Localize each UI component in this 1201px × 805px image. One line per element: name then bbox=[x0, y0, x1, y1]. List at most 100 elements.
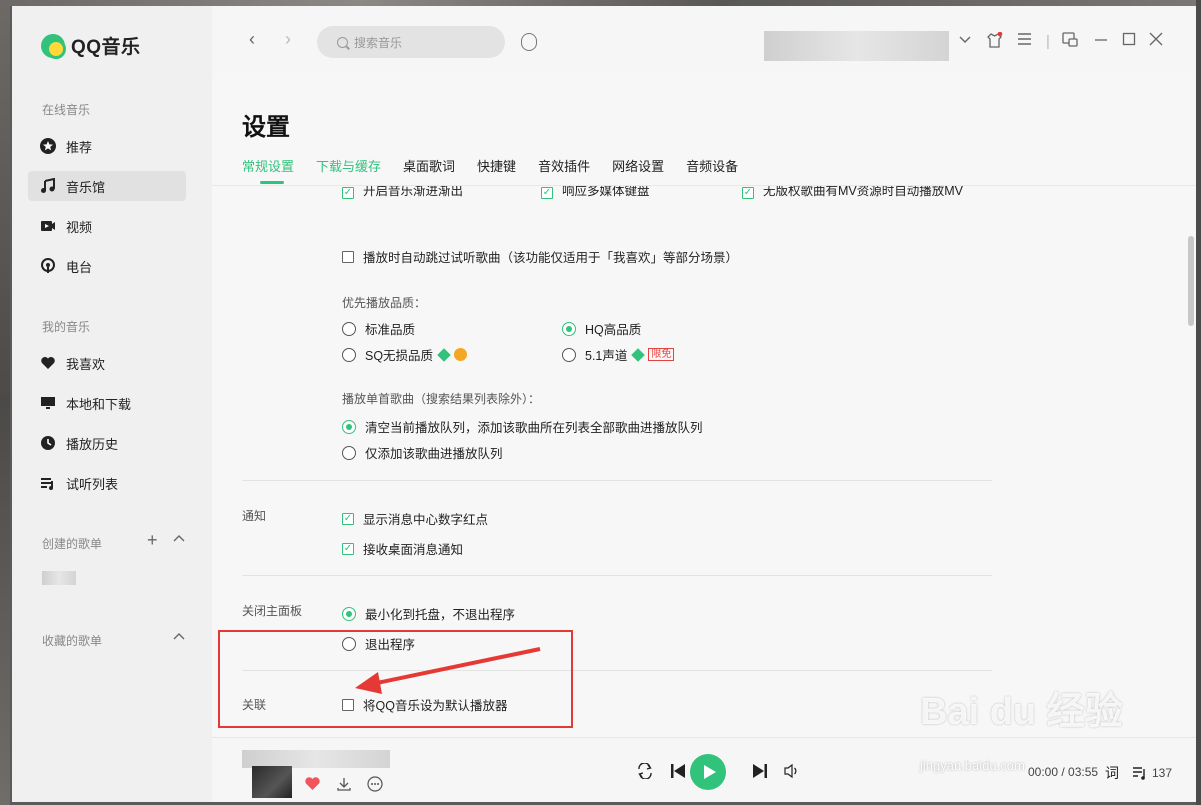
heart-icon bbox=[40, 355, 56, 371]
voice-search-icon[interactable] bbox=[521, 33, 537, 51]
chevron-up-icon[interactable] bbox=[173, 630, 185, 648]
playlist-icon[interactable] bbox=[1132, 766, 1147, 785]
radio[interactable] bbox=[562, 321, 576, 336]
blurred-user-info[interactable] bbox=[764, 31, 949, 61]
sidebar-item-music-hall[interactable]: 音乐馆 bbox=[28, 171, 186, 201]
radio[interactable] bbox=[562, 347, 576, 362]
forward-button[interactable]: › bbox=[285, 29, 291, 50]
clock-icon bbox=[40, 435, 56, 451]
single-play-option-2[interactable]: 仅添加该歌曲进播放队列 bbox=[342, 443, 503, 462]
heart-icon[interactable] bbox=[304, 776, 321, 796]
section-my-music: 我的音乐 bbox=[42, 320, 91, 334]
radio[interactable] bbox=[342, 419, 356, 434]
option-label: 5.1声道 bbox=[585, 349, 628, 363]
search-input[interactable]: 搜索音乐 bbox=[317, 26, 505, 58]
sidebar-item-trial-list[interactable]: 试听列表 bbox=[28, 468, 186, 498]
single-play-option-1[interactable]: 清空当前播放队列，添加该歌曲所在列表全部歌曲进播放队列 bbox=[342, 417, 703, 436]
skip-trial-option[interactable]: 播放时自动跳过试听歌曲（该功能仅适用于「我喜欢」等部分场景） bbox=[342, 247, 738, 266]
back-button[interactable]: ‹ bbox=[249, 29, 255, 50]
media-keys-option[interactable]: 响应多媒体键盘 bbox=[541, 186, 650, 199]
radio[interactable] bbox=[342, 445, 356, 460]
vip-diamond-icon bbox=[437, 347, 451, 362]
sidebar-item-recommend[interactable]: 推荐 bbox=[28, 131, 186, 161]
section-online-music: 在线音乐 bbox=[42, 103, 91, 117]
volume-icon[interactable] bbox=[783, 763, 800, 784]
single-play-label: 播放单首歌曲（搜索结果列表除外）： bbox=[342, 392, 541, 406]
option-label: 接收桌面消息通知 bbox=[363, 543, 464, 557]
sidebar: QQ音乐 在线音乐 推荐 音乐馆 视频 电台 我的音乐 我喜欢 本地和下载 播放… bbox=[12, 6, 212, 802]
monitor-icon bbox=[40, 395, 56, 411]
sidebar-item-label: 播放历史 bbox=[66, 436, 119, 452]
mini-mode-icon[interactable] bbox=[1062, 32, 1078, 51]
tab-download-cache[interactable]: 下载与缓存 bbox=[316, 156, 381, 175]
settings-tabs: 常规设置 下载与缓存 桌面歌词 快捷键 音效插件 网络设置 音频设备 bbox=[242, 156, 738, 175]
tab-audio-device[interactable]: 音频设备 bbox=[686, 156, 738, 175]
menu-icon[interactable] bbox=[1017, 32, 1032, 50]
chevron-up-icon[interactable] bbox=[173, 532, 185, 550]
previous-track-icon[interactable] bbox=[670, 763, 686, 784]
add-playlist-icon[interactable]: + bbox=[147, 530, 158, 551]
sidebar-item-history[interactable]: 播放历史 bbox=[28, 428, 186, 458]
tab-shortcuts[interactable]: 快捷键 bbox=[477, 156, 516, 175]
next-track-icon[interactable] bbox=[752, 763, 768, 784]
sidebar-item-radio[interactable]: 电台 bbox=[28, 251, 186, 281]
lyrics-button[interactable]: 词 bbox=[1105, 763, 1119, 783]
sidebar-item-favorites[interactable]: 我喜欢 bbox=[28, 348, 186, 378]
checkbox[interactable] bbox=[342, 542, 354, 555]
quality-sq-option[interactable]: SQ无损品质 bbox=[342, 345, 468, 364]
tab-desktop-lyrics[interactable]: 桌面歌词 bbox=[403, 156, 455, 175]
checkbox[interactable] bbox=[541, 187, 553, 199]
quality-hq-option[interactable]: HQ高品质 bbox=[562, 319, 641, 338]
option-label: 清空当前播放队列，添加该歌曲所在列表全部歌曲进播放队列 bbox=[365, 421, 703, 435]
blurred-playlist-item[interactable] bbox=[42, 571, 76, 585]
checkbox[interactable] bbox=[342, 187, 354, 199]
album-cover[interactable] bbox=[252, 766, 292, 798]
radio-icon bbox=[40, 258, 56, 274]
radio[interactable] bbox=[342, 321, 356, 336]
app-name: QQ音乐 bbox=[71, 37, 141, 58]
sidebar-item-label: 视频 bbox=[66, 219, 93, 235]
chevron-down-icon[interactable] bbox=[958, 32, 972, 50]
fade-option[interactable]: 开启音乐渐进渐出 bbox=[342, 186, 463, 199]
star-icon bbox=[40, 138, 56, 154]
radio[interactable] bbox=[342, 347, 356, 362]
notify-desktop-option[interactable]: 接收桌面消息通知 bbox=[342, 539, 463, 558]
tab-general[interactable]: 常规设置 bbox=[242, 156, 294, 175]
option-label: 最小化到托盘，不退出程序 bbox=[365, 608, 516, 622]
notify-red-dot-option[interactable]: 显示消息中心数字红点 bbox=[342, 509, 488, 528]
radio[interactable] bbox=[342, 606, 356, 621]
section-created-playlists: 创建的歌单 bbox=[42, 537, 103, 551]
tab-network[interactable]: 网络设置 bbox=[612, 156, 664, 175]
limited-free-badge: 限免 bbox=[648, 348, 675, 361]
quality-surround-option[interactable]: 5.1声道 限免 bbox=[562, 345, 675, 364]
option-label: 显示消息中心数字红点 bbox=[363, 513, 489, 527]
maximize-icon[interactable] bbox=[1122, 32, 1136, 50]
repeat-mode-icon[interactable] bbox=[636, 762, 654, 784]
quality-standard-option[interactable]: 标准品质 bbox=[342, 319, 415, 338]
option-label: 标准品质 bbox=[365, 323, 416, 337]
sidebar-item-local-download[interactable]: 本地和下载 bbox=[28, 388, 186, 418]
option-label: 开启音乐渐进渐出 bbox=[363, 186, 464, 198]
download-icon[interactable] bbox=[336, 776, 352, 797]
qq-music-logo-icon bbox=[41, 33, 66, 59]
section-divider bbox=[242, 480, 992, 481]
play-button[interactable] bbox=[690, 754, 726, 790]
checkbox[interactable] bbox=[342, 250, 354, 263]
more-icon[interactable] bbox=[367, 776, 383, 797]
vertical-scrollbar[interactable] bbox=[1188, 236, 1194, 326]
option-label: 播放时自动跳过试听歌曲（该功能仅适用于「我喜欢」等部分场景） bbox=[363, 251, 739, 265]
tab-audio-plugins[interactable]: 音效插件 bbox=[538, 156, 590, 175]
close-icon[interactable] bbox=[1149, 32, 1163, 50]
minimize-icon[interactable] bbox=[1094, 32, 1108, 50]
auto-mv-option[interactable]: 无版权歌曲有MV资源时自动播放MV bbox=[742, 186, 963, 199]
video-icon bbox=[40, 218, 56, 234]
app-logo: QQ音乐 bbox=[41, 32, 141, 59]
playback-time: 00:00 / 03:55 bbox=[1028, 765, 1099, 779]
checkbox[interactable] bbox=[342, 512, 354, 525]
minimize-to-tray-option[interactable]: 最小化到托盘，不退出程序 bbox=[342, 604, 515, 623]
sidebar-item-label: 推荐 bbox=[66, 139, 93, 155]
section-collected-playlists: 收藏的歌单 bbox=[42, 634, 103, 648]
skin-icon[interactable] bbox=[986, 31, 1003, 53]
sidebar-item-video[interactable]: 视频 bbox=[28, 211, 186, 241]
checkbox[interactable] bbox=[742, 187, 754, 199]
